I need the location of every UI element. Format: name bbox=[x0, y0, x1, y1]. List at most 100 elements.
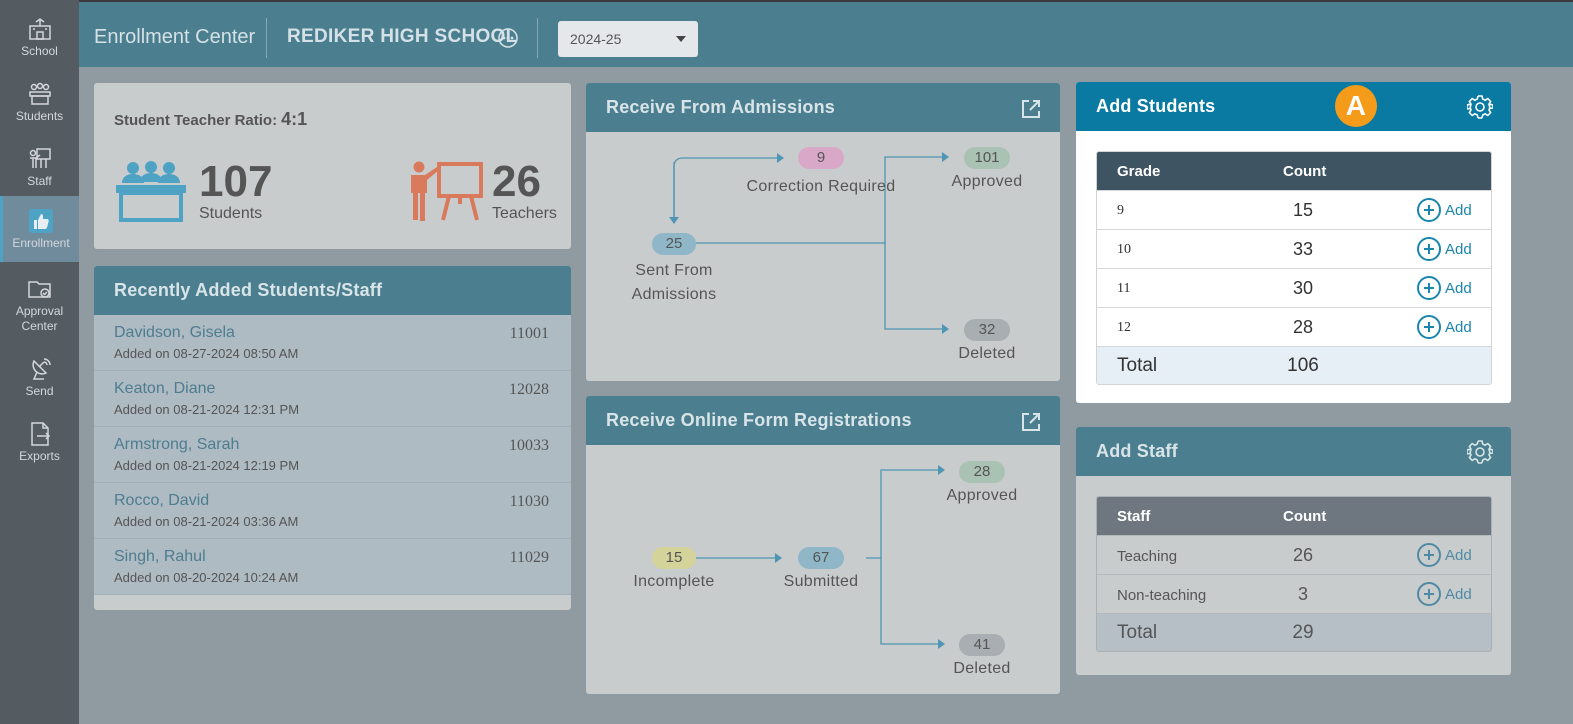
recent-item-id: 12028 bbox=[509, 381, 549, 398]
admissions-panel-title: Receive From Admissions bbox=[586, 83, 1060, 132]
list-item[interactable]: Armstrong, Sarah 10033 Added on 08-21-20… bbox=[94, 427, 571, 483]
staff-count-table: Staff Count Teaching 26 Add Non-teaching… bbox=[1096, 496, 1492, 652]
header-divider bbox=[266, 18, 267, 58]
gear-icon[interactable] bbox=[1467, 94, 1493, 120]
forms-approved-count-badge[interactable]: 28 bbox=[959, 461, 1005, 483]
sidebar-item-staff[interactable]: Staff bbox=[0, 136, 79, 198]
table-row: 11 30 Add bbox=[1097, 268, 1491, 307]
add-non-teaching-staff-button[interactable]: Add bbox=[1417, 582, 1472, 606]
external-link-icon[interactable] bbox=[1020, 98, 1042, 120]
folder-check-icon bbox=[27, 281, 51, 298]
count-column-header: Count bbox=[1283, 508, 1327, 525]
admissions-approved-count-badge[interactable]: 101 bbox=[964, 147, 1010, 169]
recent-item-name[interactable]: Davidson, Gisela bbox=[114, 324, 551, 342]
recent-panel: Recently Added Students/Staff Davidson, … bbox=[94, 266, 571, 610]
students-count: 107 bbox=[199, 157, 273, 206]
correction-count-badge[interactable]: 9 bbox=[798, 147, 844, 169]
more-options-icon[interactable] bbox=[497, 27, 519, 49]
correction-label: Correction Required bbox=[746, 178, 896, 195]
online-forms-panel-title: Receive Online Form Registrations bbox=[586, 396, 1060, 445]
step-marker-badge: A bbox=[1335, 85, 1377, 127]
add-teaching-staff-button[interactable]: Add bbox=[1417, 543, 1472, 567]
list-item[interactable]: Singh, Rahul 11029 Added on 08-20-2024 1… bbox=[94, 539, 571, 595]
count-cell: 3 bbox=[1297, 584, 1308, 604]
total-value: 106 bbox=[1287, 355, 1319, 376]
grade-cell: 12 bbox=[1117, 320, 1131, 335]
year-select-value: 2024-25 bbox=[570, 31, 622, 47]
chevron-down-icon bbox=[676, 36, 686, 42]
recent-item-id: 10033 bbox=[509, 437, 549, 454]
sidebar-item-exports[interactable]: Exports bbox=[0, 411, 79, 473]
teachers-label: Teachers bbox=[492, 205, 557, 222]
count-cell: 15 bbox=[1292, 200, 1314, 220]
students-label: Students bbox=[199, 205, 263, 222]
table-header: Staff Count bbox=[1097, 497, 1491, 535]
count-cell: 28 bbox=[1292, 317, 1314, 337]
table-header: Grade Count bbox=[1097, 152, 1491, 190]
submitted-count-badge[interactable]: 67 bbox=[798, 547, 844, 569]
plus-circle-icon bbox=[1417, 543, 1441, 567]
sidebar-item-label: Students bbox=[15, 109, 64, 123]
forms-deleted-count-badge[interactable]: 41 bbox=[959, 634, 1005, 656]
admissions-deleted-count-badge[interactable]: 32 bbox=[964, 319, 1010, 341]
header-divider bbox=[537, 18, 538, 58]
staff-icon bbox=[29, 148, 51, 168]
top-bar: Enrollment Center REDIKER HIGH SCHOOL 20… bbox=[79, 0, 1573, 67]
recent-item-name[interactable]: Rocco, David bbox=[114, 492, 551, 510]
ratio-label: Student Teacher Ratio: 4:1 bbox=[114, 109, 308, 129]
table-row: Non-teaching 3 Add bbox=[1097, 574, 1491, 613]
add-staff-panel-title: Add Staff bbox=[1076, 427, 1511, 476]
teacher-board-icon bbox=[411, 161, 483, 221]
sidebar-item-approval-center[interactable]: Approval Center bbox=[0, 266, 79, 336]
total-label: Total bbox=[1117, 355, 1158, 376]
submitted-label: Submitted bbox=[783, 573, 859, 590]
incomplete-count-badge[interactable]: 15 bbox=[652, 547, 696, 569]
recent-item-name[interactable]: Singh, Rahul bbox=[114, 548, 551, 566]
staff-type-cell: Non-teaching bbox=[1117, 587, 1207, 604]
school-name: REDIKER HIGH SCHOOL bbox=[287, 26, 518, 47]
ratio-card: Student Teacher Ratio: 4:1 107 Students 2… bbox=[94, 83, 571, 249]
online-forms-panel: Receive Online Form Registrations 15 Inc… bbox=[586, 396, 1060, 694]
total-label: Total bbox=[1117, 622, 1158, 643]
sidebar-item-enrollment[interactable]: Enrollment bbox=[0, 196, 79, 262]
total-row: Total 106 bbox=[1097, 346, 1491, 384]
total-row: Total 29 bbox=[1097, 613, 1491, 651]
classroom-students-icon bbox=[116, 161, 186, 222]
antenna-icon bbox=[31, 358, 51, 380]
app-title: Enrollment Center bbox=[94, 26, 256, 48]
staff-type-cell: Teaching bbox=[1117, 548, 1178, 565]
add-students-panel-title: Add Students A bbox=[1076, 82, 1511, 131]
plus-circle-icon bbox=[1417, 315, 1441, 339]
teachers-count: 26 bbox=[492, 157, 541, 206]
sidebar-item-label: Exports bbox=[19, 449, 60, 463]
grade-cell: 11 bbox=[1117, 281, 1131, 296]
sidebar-item-send[interactable]: Send bbox=[0, 346, 79, 408]
recent-item-date: Added on 08-21-2024 03:36 AM bbox=[114, 514, 299, 529]
admissions-panel: Receive From Admissions 25 Sent From Admi… bbox=[586, 83, 1060, 381]
add-grade-11-button[interactable]: Add bbox=[1417, 276, 1472, 300]
add-grade-10-button[interactable]: Add bbox=[1417, 237, 1472, 261]
recent-item-name[interactable]: Keaton, Diane bbox=[114, 380, 551, 398]
count-cell: 26 bbox=[1292, 545, 1314, 565]
recent-item-id: 11001 bbox=[509, 325, 549, 342]
school-icon bbox=[28, 18, 51, 40]
add-grade-9-button[interactable]: Add bbox=[1417, 198, 1472, 222]
plus-circle-icon bbox=[1417, 198, 1441, 222]
recent-item-name[interactable]: Armstrong, Sarah bbox=[114, 436, 551, 454]
forms-approved-label: Approved bbox=[946, 487, 1018, 504]
sidebar-item-school[interactable]: School bbox=[0, 6, 79, 68]
list-item[interactable]: Rocco, David 11030 Added on 08-21-2024 0… bbox=[94, 483, 571, 539]
sent-count-badge[interactable]: 25 bbox=[652, 233, 696, 255]
export-file-icon bbox=[30, 422, 50, 446]
gear-icon[interactable] bbox=[1467, 439, 1493, 465]
thumbs-up-icon bbox=[29, 209, 53, 233]
list-item[interactable]: Keaton, Diane 12028 Added on 08-21-2024 … bbox=[94, 371, 571, 427]
add-grade-12-button[interactable]: Add bbox=[1417, 315, 1472, 339]
list-item[interactable]: Davidson, Gisela 11001 Added on 08-27-20… bbox=[94, 315, 571, 371]
external-link-icon[interactable] bbox=[1020, 411, 1042, 433]
count-cell: 33 bbox=[1292, 239, 1314, 259]
total-value: 29 bbox=[1292, 622, 1314, 643]
sidebar-item-students[interactable]: Students bbox=[0, 71, 79, 133]
year-select[interactable]: 2024-25 bbox=[558, 21, 698, 57]
grade-count-table: Grade Count 9 15 Add 10 33 Add 11 30 Add… bbox=[1096, 151, 1492, 385]
